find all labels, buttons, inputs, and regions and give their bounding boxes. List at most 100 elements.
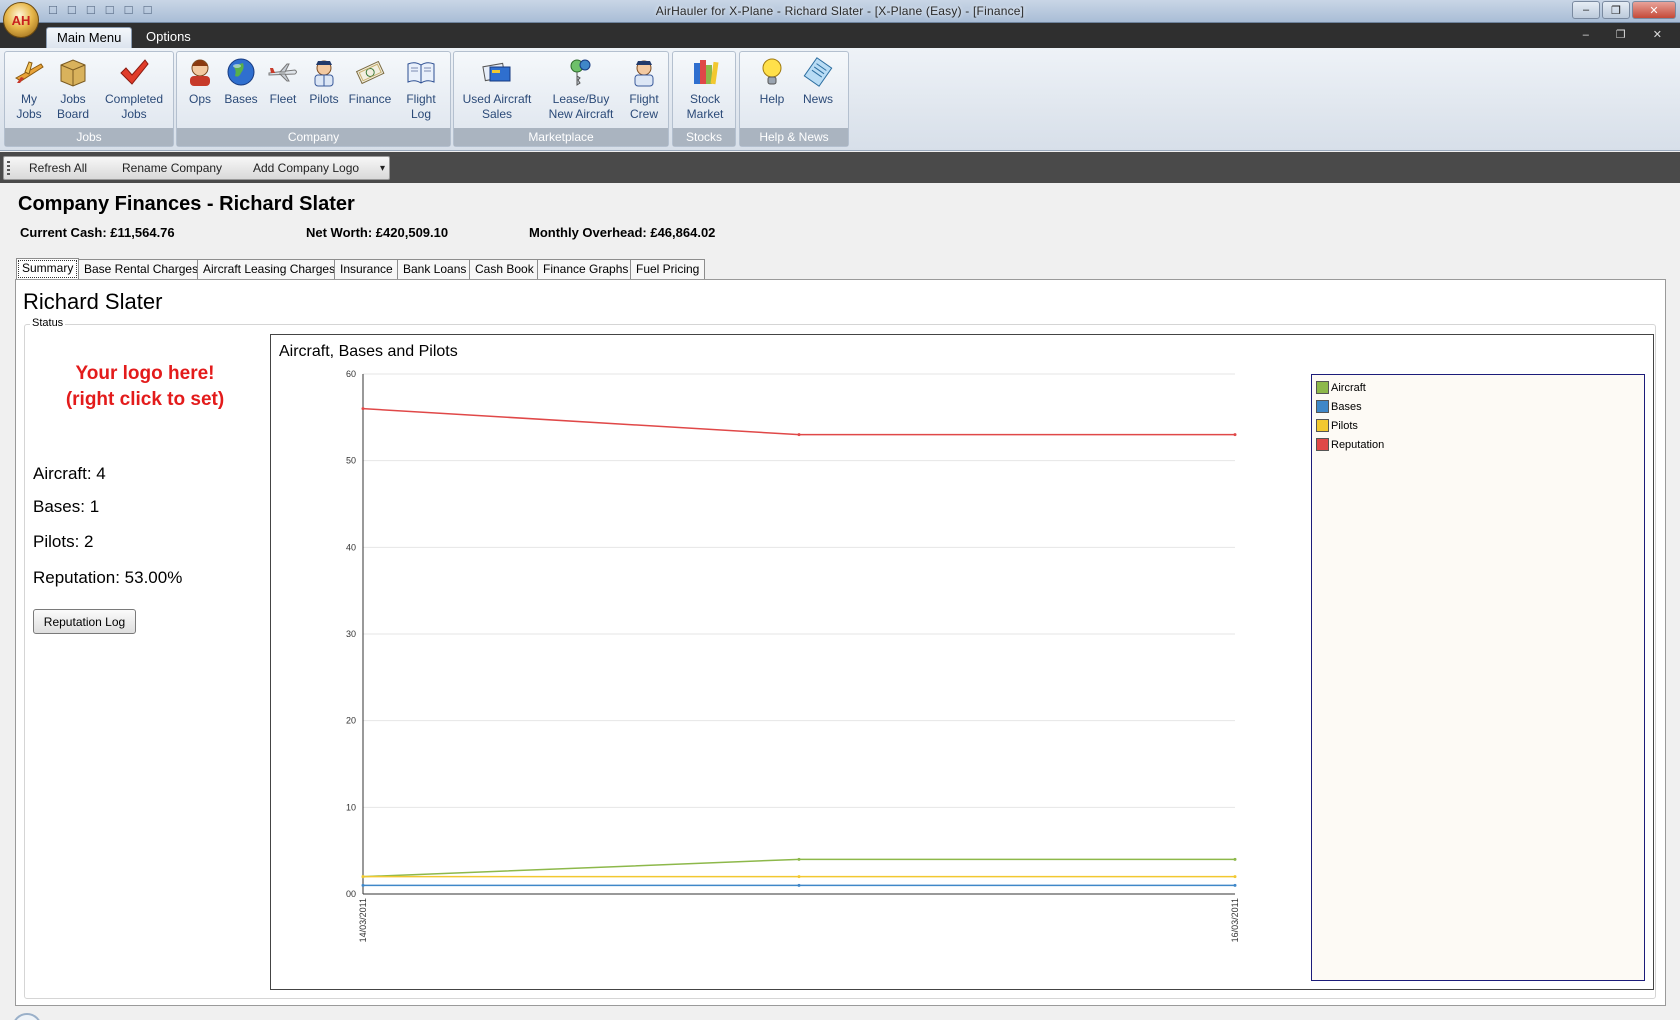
money-icon [355,60,385,85]
stock-market-button[interactable]: Stock Market [679,56,731,122]
tab-finance-graphs[interactable]: Finance Graphs [537,259,635,279]
data-point-bases [361,883,365,887]
news-button[interactable]: News [796,56,840,107]
bases-button[interactable]: Bases [221,56,261,107]
add-company-logo-button[interactable]: Add Company Logo [253,161,359,175]
ribbon: My Jobs Jobs Board Completed Jobs Jobs O… [0,48,1680,151]
completed-jobs-label-2: Jobs [121,107,147,121]
flight-log-button[interactable]: Flight Log [397,56,445,122]
legend-swatch-aircraft [1316,381,1329,394]
toolstrip-overflow-icon[interactable]: ▾ [380,163,385,174]
keys-icon [570,59,591,86]
tool-strip-bar: Refresh All Rename Company Add Company L… [0,152,1680,183]
ops-button[interactable]: Ops [182,56,218,107]
cards-icon [482,62,511,82]
bases-count: Bases: 1 [33,497,100,516]
rename-company-button[interactable]: Rename Company [122,161,222,175]
help-button[interactable]: Help [754,56,790,107]
legend-label-reputation: Reputation [1331,438,1385,451]
series-line-reputation [362,407,1235,436]
tab-main-menu[interactable]: Main Menu [46,27,133,48]
y-tick-label: 10 [346,802,356,812]
stock-market-label-1: Stock [689,92,720,106]
data-point-bases [797,883,801,887]
data-point-pilots [361,875,365,879]
stock-market-label-2: Market [686,107,724,121]
jobs-board-button[interactable]: Jobs Board [51,56,95,122]
ribbon-group-company: Ops Bases Fleet Pilots Finance Flight Lo… [176,51,451,147]
ribbon-group-jobs: My Jobs Jobs Board Completed Jobs Jobs [4,51,174,147]
data-point-reputation [361,407,365,411]
jobs-board-label-1: Jobs [60,92,86,106]
y-tick-label: 20 [346,716,356,726]
tab-bank-loans[interactable]: Bank Loans [397,259,473,279]
y-tick-label: 30 [346,629,356,639]
y-tick-label: 60 [346,369,356,379]
status-groupbox-title: Status [30,317,66,329]
flight-crew-button[interactable]: Flight Crew [622,56,666,122]
application-menu-orb[interactable]: AH [3,2,39,38]
my-jobs-label-1: My [21,92,37,106]
restore-button[interactable]: ❐ [1602,1,1630,19]
mdi-window-controls[interactable]: – ❐ ✕ [1583,28,1674,41]
data-point-aircraft [797,857,801,861]
data-point-aircraft [1233,857,1237,861]
owner-name: Richard Slater [23,289,163,314]
status-bar [0,1008,1680,1020]
bases-label: Bases [224,92,258,106]
tab-fuel-pricing[interactable]: Fuel Pricing [630,259,706,279]
data-point-reputation [797,433,801,437]
tab-cash-book[interactable]: Cash Book [469,259,540,279]
flight-crew-label-2: Crew [629,107,658,121]
logo-placeholder-line-2: (right click to set) [65,389,225,410]
company-logo-placeholder[interactable]: Your logo here! (right click to set) [40,361,250,413]
legend-swatch-bases [1316,400,1329,413]
x-tick-label: 16/03/2011 [1230,898,1240,942]
legend-label-aircraft: Aircraft [1331,381,1366,394]
legend-swatch-reputation [1316,438,1329,451]
app-orb-letters: AH [11,12,31,28]
tab-summary[interactable]: Summary [16,258,80,280]
fleet-button[interactable]: Fleet [264,56,302,107]
toolstrip-grip-icon[interactable] [7,161,10,176]
reputation-log-button[interactable]: Reputation Log [33,609,136,634]
book-icon [407,62,435,84]
box-icon [60,59,86,87]
ops-label: Ops [188,92,211,106]
close-button[interactable]: ✕ [1632,1,1676,19]
finance-label: Finance [348,92,392,106]
legend-item-bases: Bases [1316,398,1362,415]
tool-strip: Refresh All Rename Company Add Company L… [3,156,390,180]
completed-jobs-button[interactable]: Completed Jobs [99,56,169,122]
chart-legend: Aircraft Bases Pilots Reputation [1311,374,1645,981]
flight-crew-label-1: Flight [629,92,659,106]
used-aircraft-sales-button[interactable]: Used Aircraft Sales [458,56,536,122]
airplane-icon [268,63,297,82]
operator-icon [190,59,210,86]
my-jobs-button[interactable]: My Jobs [10,56,48,122]
data-point-pilots [797,875,801,879]
minimize-button[interactable]: – [1572,1,1600,19]
group-label-stocks: Stocks [673,128,735,146]
refresh-all-button[interactable]: Refresh All [29,161,87,175]
legend-label-pilots: Pilots [1331,419,1358,432]
lease-buy-label-1: Lease/Buy [552,92,610,106]
pilot-icon [314,60,334,87]
y-tick-label: 40 [346,542,356,552]
crew-icon [634,60,654,87]
tab-aircraft-leasing-charges[interactable]: Aircraft Leasing Charges [197,259,342,279]
pilots-button[interactable]: Pilots [305,56,343,107]
finance-button[interactable]: Finance [345,56,395,107]
x-tick-label: 14/03/2011 [358,898,368,942]
tab-base-rental-charges[interactable]: Base Rental Charges [78,259,205,279]
lease-buy-aircraft-button[interactable]: Lease/Buy New Aircraft [544,56,618,122]
ribbon-group-stocks: Stock Market Stocks [672,51,736,147]
help-label: Help [759,92,785,106]
used-aircraft-label-1: Used Aircraft [462,92,532,106]
tab-insurance[interactable]: Insurance [334,259,399,279]
legend-item-reputation: Reputation [1316,436,1384,453]
window-title-bar: ☐ ☐ ☐ ☐ ☐ ☐ AirHauler for X-Plane - Rich… [0,0,1680,23]
legend-label-bases: Bases [1331,400,1362,413]
tab-options[interactable]: Options [136,27,201,48]
plane-jobs-icon [15,61,44,83]
